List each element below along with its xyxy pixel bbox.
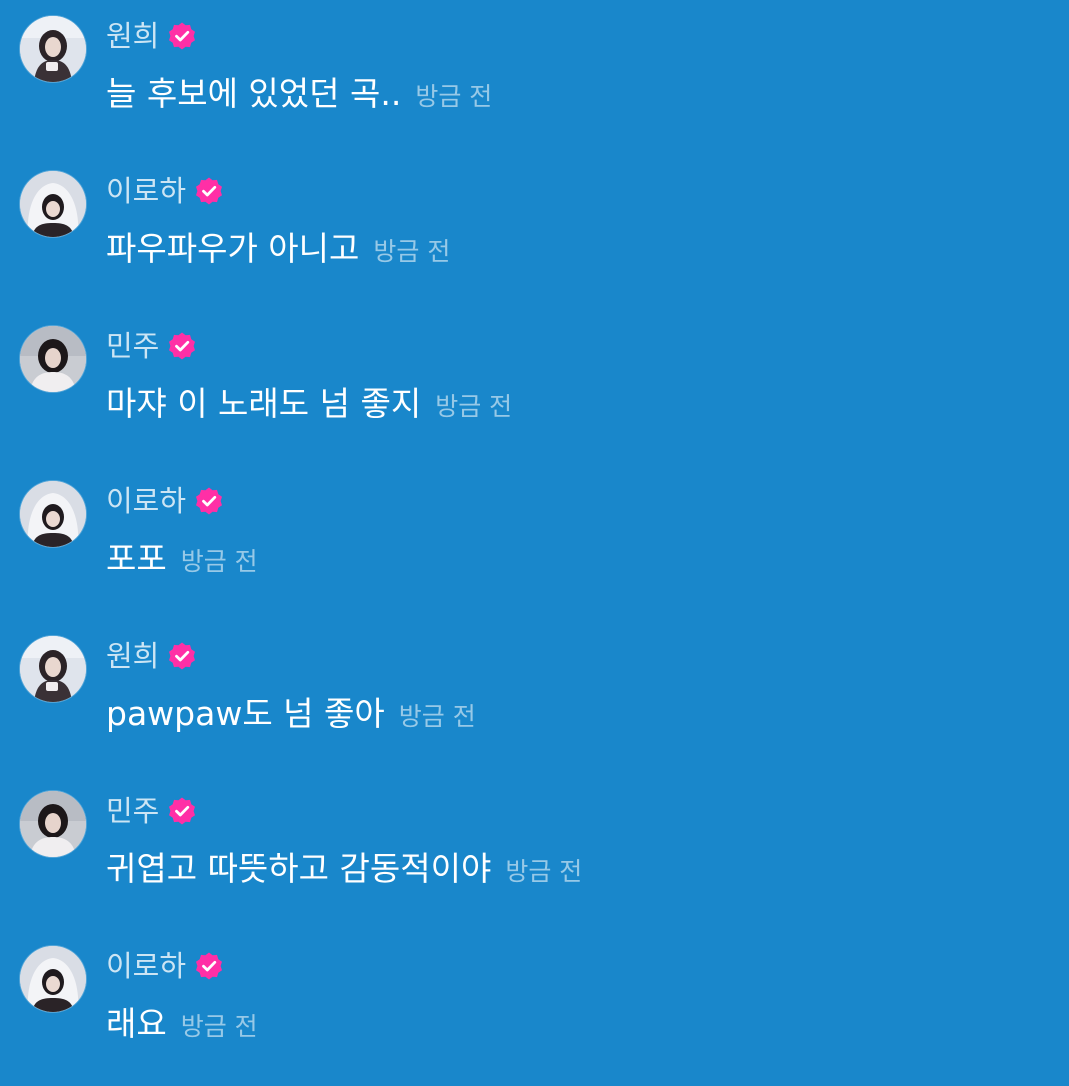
chat-message: 이로하 포포 방금 전 [20, 481, 1020, 621]
message-body: 파우파우가 아니고 방금 전 [106, 225, 450, 273]
message-text: 늘 후보에 있었던 곡.. [106, 74, 402, 113]
chat-message: 민주 마쟈 이 노래도 넘 좋지 방금 전 [20, 326, 1020, 466]
avatar-iroha[interactable] [20, 481, 86, 547]
author-row: 원희 [106, 636, 197, 676]
avatar-image [20, 326, 86, 392]
message-body: 늘 후보에 있었던 곡.. 방금 전 [106, 70, 492, 118]
message-body: 포포 방금 전 [106, 535, 258, 583]
verified-badge-icon [169, 22, 196, 50]
message-body: pawpaw도 넘 좋아 방금 전 [106, 690, 476, 738]
message-body: 귀엽고 따뜻하고 감동적이야 방금 전 [106, 845, 582, 893]
verified-badge-icon [196, 487, 223, 515]
avatar-image [20, 791, 86, 857]
author-name[interactable]: 민주 [106, 791, 159, 831]
avatar-image [20, 946, 86, 1012]
message-time: 방금 전 [180, 547, 258, 576]
author-name[interactable]: 이로하 [106, 481, 186, 521]
message-time: 방금 전 [505, 857, 583, 886]
verified-badge-icon [169, 332, 196, 360]
message-text: 포포 [106, 539, 167, 578]
avatar-image [20, 636, 86, 702]
message-time: 방금 전 [373, 237, 451, 266]
verified-badge-icon [169, 642, 196, 670]
author-name[interactable]: 이로하 [106, 171, 186, 211]
author-name[interactable]: 원희 [106, 636, 159, 676]
author-name[interactable]: 원희 [106, 16, 159, 56]
author-row: 민주 [106, 326, 197, 366]
message-time: 방금 전 [415, 82, 493, 111]
avatar-image [20, 171, 86, 237]
avatar-wonhee[interactable] [20, 16, 86, 82]
chat-message: 이로하 래요 방금 전 [20, 946, 1020, 1086]
message-time: 방금 전 [180, 1012, 258, 1041]
message-text: 래요 [106, 1004, 167, 1043]
verified-badge-icon [196, 177, 223, 205]
message-text: 마쟈 이 노래도 넘 좋지 [106, 384, 422, 423]
author-name[interactable]: 이로하 [106, 946, 186, 986]
avatar-minju[interactable] [20, 791, 86, 857]
author-row: 이로하 [106, 171, 224, 211]
avatar-iroha[interactable] [20, 171, 86, 237]
chat-message: 원희 pawpaw도 넘 좋아 방금 전 [20, 636, 1020, 776]
author-row: 민주 [106, 791, 197, 831]
message-time: 방금 전 [398, 702, 476, 731]
verified-badge-icon [196, 952, 223, 980]
message-text: 귀엽고 따뜻하고 감동적이야 [106, 849, 492, 888]
avatar-image [20, 481, 86, 547]
message-time: 방금 전 [435, 392, 513, 421]
author-row: 이로하 [106, 946, 224, 986]
author-row: 원희 [106, 16, 197, 56]
avatar-wonhee[interactable] [20, 636, 86, 702]
message-body: 래요 방금 전 [106, 1000, 258, 1048]
message-text: pawpaw도 넘 좋아 [106, 694, 385, 733]
author-row: 이로하 [106, 481, 224, 521]
message-text: 파우파우가 아니고 [106, 229, 360, 268]
chat-message: 이로하 파우파우가 아니고 방금 전 [20, 171, 1020, 311]
chat-message: 원희 늘 후보에 있었던 곡.. 방금 전 [20, 16, 1020, 156]
avatar-iroha[interactable] [20, 946, 86, 1012]
author-name[interactable]: 민주 [106, 326, 159, 366]
avatar-minju[interactable] [20, 326, 86, 392]
chat-message: 민주 귀엽고 따뜻하고 감동적이야 방금 전 [20, 791, 1020, 931]
avatar-image [20, 16, 86, 82]
message-body: 마쟈 이 노래도 넘 좋지 방금 전 [106, 380, 512, 428]
verified-badge-icon [169, 797, 196, 825]
